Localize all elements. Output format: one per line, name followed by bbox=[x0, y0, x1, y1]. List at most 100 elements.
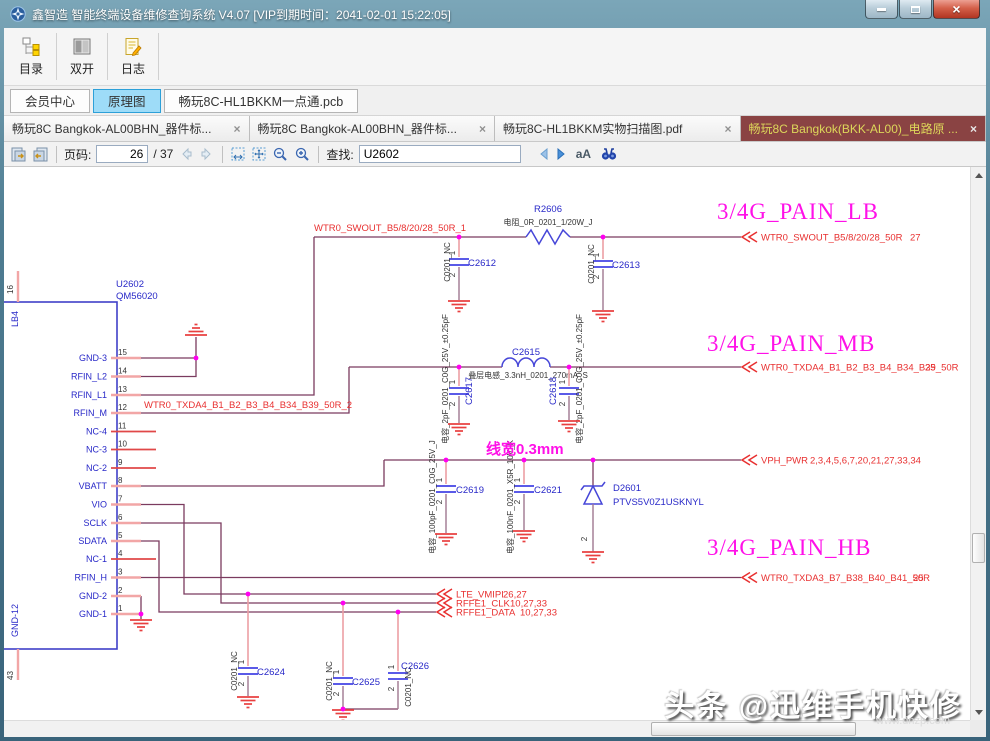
prev-page-icon[interactable] bbox=[178, 146, 194, 162]
catalog-button[interactable]: 目录 bbox=[8, 30, 54, 83]
ground-symbol bbox=[185, 325, 207, 336]
close-tab-icon[interactable]: × bbox=[479, 122, 486, 136]
close-tab-icon[interactable]: × bbox=[970, 122, 977, 136]
svg-text:C2613: C2613 bbox=[612, 260, 640, 271]
fit-page-icon[interactable] bbox=[251, 146, 267, 162]
binoculars-search-icon[interactable] bbox=[600, 147, 618, 161]
find-next-icon[interactable] bbox=[555, 148, 567, 160]
doc-tab-2[interactable]: 畅玩8C Bangkok-AL00BHN_器件标... × bbox=[250, 116, 496, 141]
svg-text:1: 1 bbox=[332, 669, 341, 674]
svg-text:3: 3 bbox=[118, 568, 123, 577]
page-export-icon[interactable] bbox=[10, 146, 27, 163]
vertical-scrollbar[interactable] bbox=[970, 167, 986, 720]
vertical-scroll-thumb[interactable] bbox=[972, 533, 985, 563]
ground-symbol bbox=[332, 710, 354, 720]
find-label: 查找: bbox=[326, 146, 353, 163]
nav-tab-bar: 会员中心 原理图 畅玩8C-HL1BKKM一点通.pcb bbox=[4, 86, 986, 116]
window-title: 鑫智造 智能终端设备维修查询系统 V4.07 [VIP到期时间：2041-02-… bbox=[32, 6, 451, 23]
svg-text:SCLK: SCLK bbox=[83, 518, 107, 528]
svg-text:线宽0.3mm: 线宽0.3mm bbox=[486, 440, 564, 458]
schematic-canvas[interactable]: U2602QM560201643LB4GND-1215GND-314RFIN_L… bbox=[4, 167, 970, 720]
scrollbar-corner bbox=[970, 720, 986, 737]
doc-tab-1[interactable]: 畅玩8C Bangkok-AL00BHN_器件标... × bbox=[4, 116, 250, 141]
capacitor-C2612: C2612C0201_NC12 bbox=[443, 237, 496, 300]
close-button[interactable]: × bbox=[933, 0, 980, 19]
match-case-icon[interactable]: aA bbox=[576, 147, 591, 161]
page-number-label: 页码: bbox=[64, 146, 91, 163]
ground-symbol bbox=[448, 301, 470, 312]
dual-open-button[interactable]: 双开 bbox=[59, 30, 105, 83]
svg-text:VBATT: VBATT bbox=[79, 481, 108, 491]
svg-text:2: 2 bbox=[448, 401, 457, 406]
svg-text:2: 2 bbox=[237, 681, 246, 686]
maximize-button[interactable] bbox=[899, 0, 932, 19]
scroll-up-icon bbox=[975, 173, 983, 178]
ground-symbol bbox=[592, 311, 614, 322]
svg-text:16: 16 bbox=[6, 285, 15, 294]
tab-schematic[interactable]: 原理图 bbox=[93, 89, 161, 113]
svg-text:C0201_NC: C0201_NC bbox=[404, 667, 413, 707]
ground-symbol bbox=[237, 697, 259, 708]
svg-text:C2617: C2617 bbox=[464, 377, 475, 405]
close-icon: × bbox=[952, 2, 960, 16]
match-case-text: aA bbox=[576, 147, 591, 161]
svg-text:RFIN_M: RFIN_M bbox=[74, 408, 108, 418]
svg-text:1: 1 bbox=[592, 252, 601, 257]
svg-text:27: 27 bbox=[910, 233, 921, 244]
close-tab-icon[interactable]: × bbox=[724, 122, 731, 136]
document-tab-bar: 畅玩8C Bangkok-AL00BHN_器件标... × 畅玩8C Bangk… bbox=[4, 116, 986, 142]
horizontal-scrollbar[interactable] bbox=[4, 720, 970, 737]
svg-text:12: 12 bbox=[118, 403, 127, 412]
doc-tab-3[interactable]: 畅玩8C-HL1BKKM实物扫描图.pdf × bbox=[495, 116, 741, 141]
junction-dots bbox=[139, 235, 606, 712]
main-toolbar: 目录 双开 日志 bbox=[4, 28, 986, 86]
minimize-button[interactable] bbox=[865, 0, 898, 19]
maximize-icon bbox=[911, 6, 920, 13]
svg-text:15: 15 bbox=[118, 348, 127, 357]
svg-text:C2615: C2615 bbox=[512, 347, 540, 358]
svg-text:电容_100pF_0201_C0G_25V_J: 电容_100pF_0201_C0G_25V_J bbox=[427, 440, 437, 553]
svg-text:C2612: C2612 bbox=[468, 258, 496, 269]
svg-text:PTVS5V0Z1USKNYL: PTVS5V0Z1USKNYL bbox=[613, 497, 704, 508]
doc-tab-4-active[interactable]: 畅玩8C Bangkok(BKK-AL00)_电路原 ... × bbox=[741, 116, 987, 141]
page-import-icon[interactable] bbox=[32, 146, 49, 163]
scroll-up-button[interactable] bbox=[971, 167, 986, 183]
find-input[interactable] bbox=[359, 145, 521, 163]
svg-text:NC-3: NC-3 bbox=[86, 445, 107, 455]
doc-tab-label: 畅玩8C Bangkok-AL00BHN_器件标... bbox=[12, 120, 211, 137]
svg-text:3/4G_PAIN_HB: 3/4G_PAIN_HB bbox=[707, 535, 872, 560]
svg-text:2,3,4,5,6,7,20,21,27,33,34: 2,3,4,5,6,7,20,21,27,33,34 bbox=[810, 456, 921, 467]
log-button[interactable]: 日志 bbox=[110, 30, 156, 83]
svg-text:13: 13 bbox=[118, 385, 127, 394]
svg-text:3/4G_PAIN_MB: 3/4G_PAIN_MB bbox=[707, 331, 875, 356]
svg-text:R2606: R2606 bbox=[534, 204, 562, 215]
tab-label: 会员中心 bbox=[25, 91, 75, 110]
fit-width-icon[interactable] bbox=[230, 146, 246, 162]
svg-text:GND-1: GND-1 bbox=[79, 609, 107, 619]
zoom-in-icon[interactable] bbox=[294, 146, 311, 163]
catalog-label: 目录 bbox=[19, 60, 43, 77]
tab-member-center[interactable]: 会员中心 bbox=[10, 89, 90, 113]
next-page-icon[interactable] bbox=[199, 146, 215, 162]
page-number-input[interactable] bbox=[96, 145, 148, 163]
svg-text:2: 2 bbox=[513, 499, 522, 504]
svg-text:NC-4: NC-4 bbox=[86, 427, 107, 437]
svg-text:D2601: D2601 bbox=[613, 483, 641, 494]
svg-text:电阻_0R_0201_1/20W_J: 电阻_0R_0201_1/20W_J bbox=[504, 217, 593, 227]
svg-text:2: 2 bbox=[435, 499, 444, 504]
svg-text:6: 6 bbox=[118, 513, 123, 522]
tab-pcb-file[interactable]: 畅玩8C-HL1BKKM一点通.pcb bbox=[164, 89, 359, 113]
svg-text:1: 1 bbox=[118, 604, 123, 613]
wires bbox=[141, 237, 741, 709]
scroll-down-button[interactable] bbox=[971, 704, 986, 720]
find-prev-icon[interactable] bbox=[538, 148, 550, 160]
svg-text:9: 9 bbox=[118, 458, 123, 467]
capacitor-C2624: C2624C0201_NC12 bbox=[230, 594, 285, 696]
close-tab-icon[interactable]: × bbox=[233, 122, 240, 136]
zoom-out-icon[interactable] bbox=[272, 146, 289, 163]
svg-text:RFIN_L1: RFIN_L1 bbox=[71, 390, 107, 400]
ground-symbol bbox=[130, 620, 152, 631]
svg-text:RFIN_L2: RFIN_L2 bbox=[71, 372, 107, 382]
horizontal-scroll-thumb[interactable] bbox=[651, 722, 856, 736]
log-document-icon bbox=[122, 36, 144, 58]
